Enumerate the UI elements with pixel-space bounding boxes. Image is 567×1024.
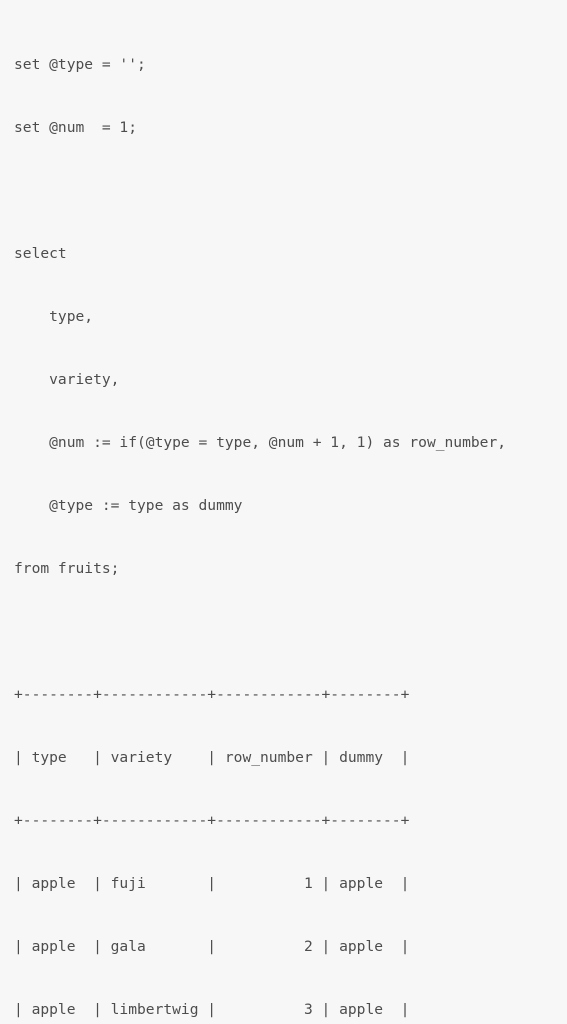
sql-transcript: set @type = ''; set @num = 1; select typ… bbox=[0, 0, 567, 1018]
code-line: @type := type as dummy bbox=[14, 497, 243, 514]
code-line: type, bbox=[14, 308, 94, 325]
table-border-header: +--------+------------+------------+----… bbox=[14, 812, 410, 829]
code-line: set @num = 1; bbox=[14, 119, 138, 136]
code-line: from fruits; bbox=[14, 560, 120, 577]
code-line: @num := if(@type = type, @num + 1, 1) as… bbox=[14, 434, 507, 451]
code-line: set @type = ''; bbox=[14, 56, 146, 73]
code-line: variety, bbox=[14, 371, 120, 388]
code-line: select bbox=[14, 245, 67, 262]
table-border-top: +--------+------------+------------+----… bbox=[14, 686, 410, 703]
table-row: | apple | fuji | 1 | apple | bbox=[14, 875, 410, 892]
table-row: | apple | gala | 2 | apple | bbox=[14, 938, 410, 955]
table-row: | apple | limbertwig | 3 | apple | bbox=[14, 1001, 410, 1018]
table-header-row: | type | variety | row_number | dummy | bbox=[14, 749, 410, 766]
